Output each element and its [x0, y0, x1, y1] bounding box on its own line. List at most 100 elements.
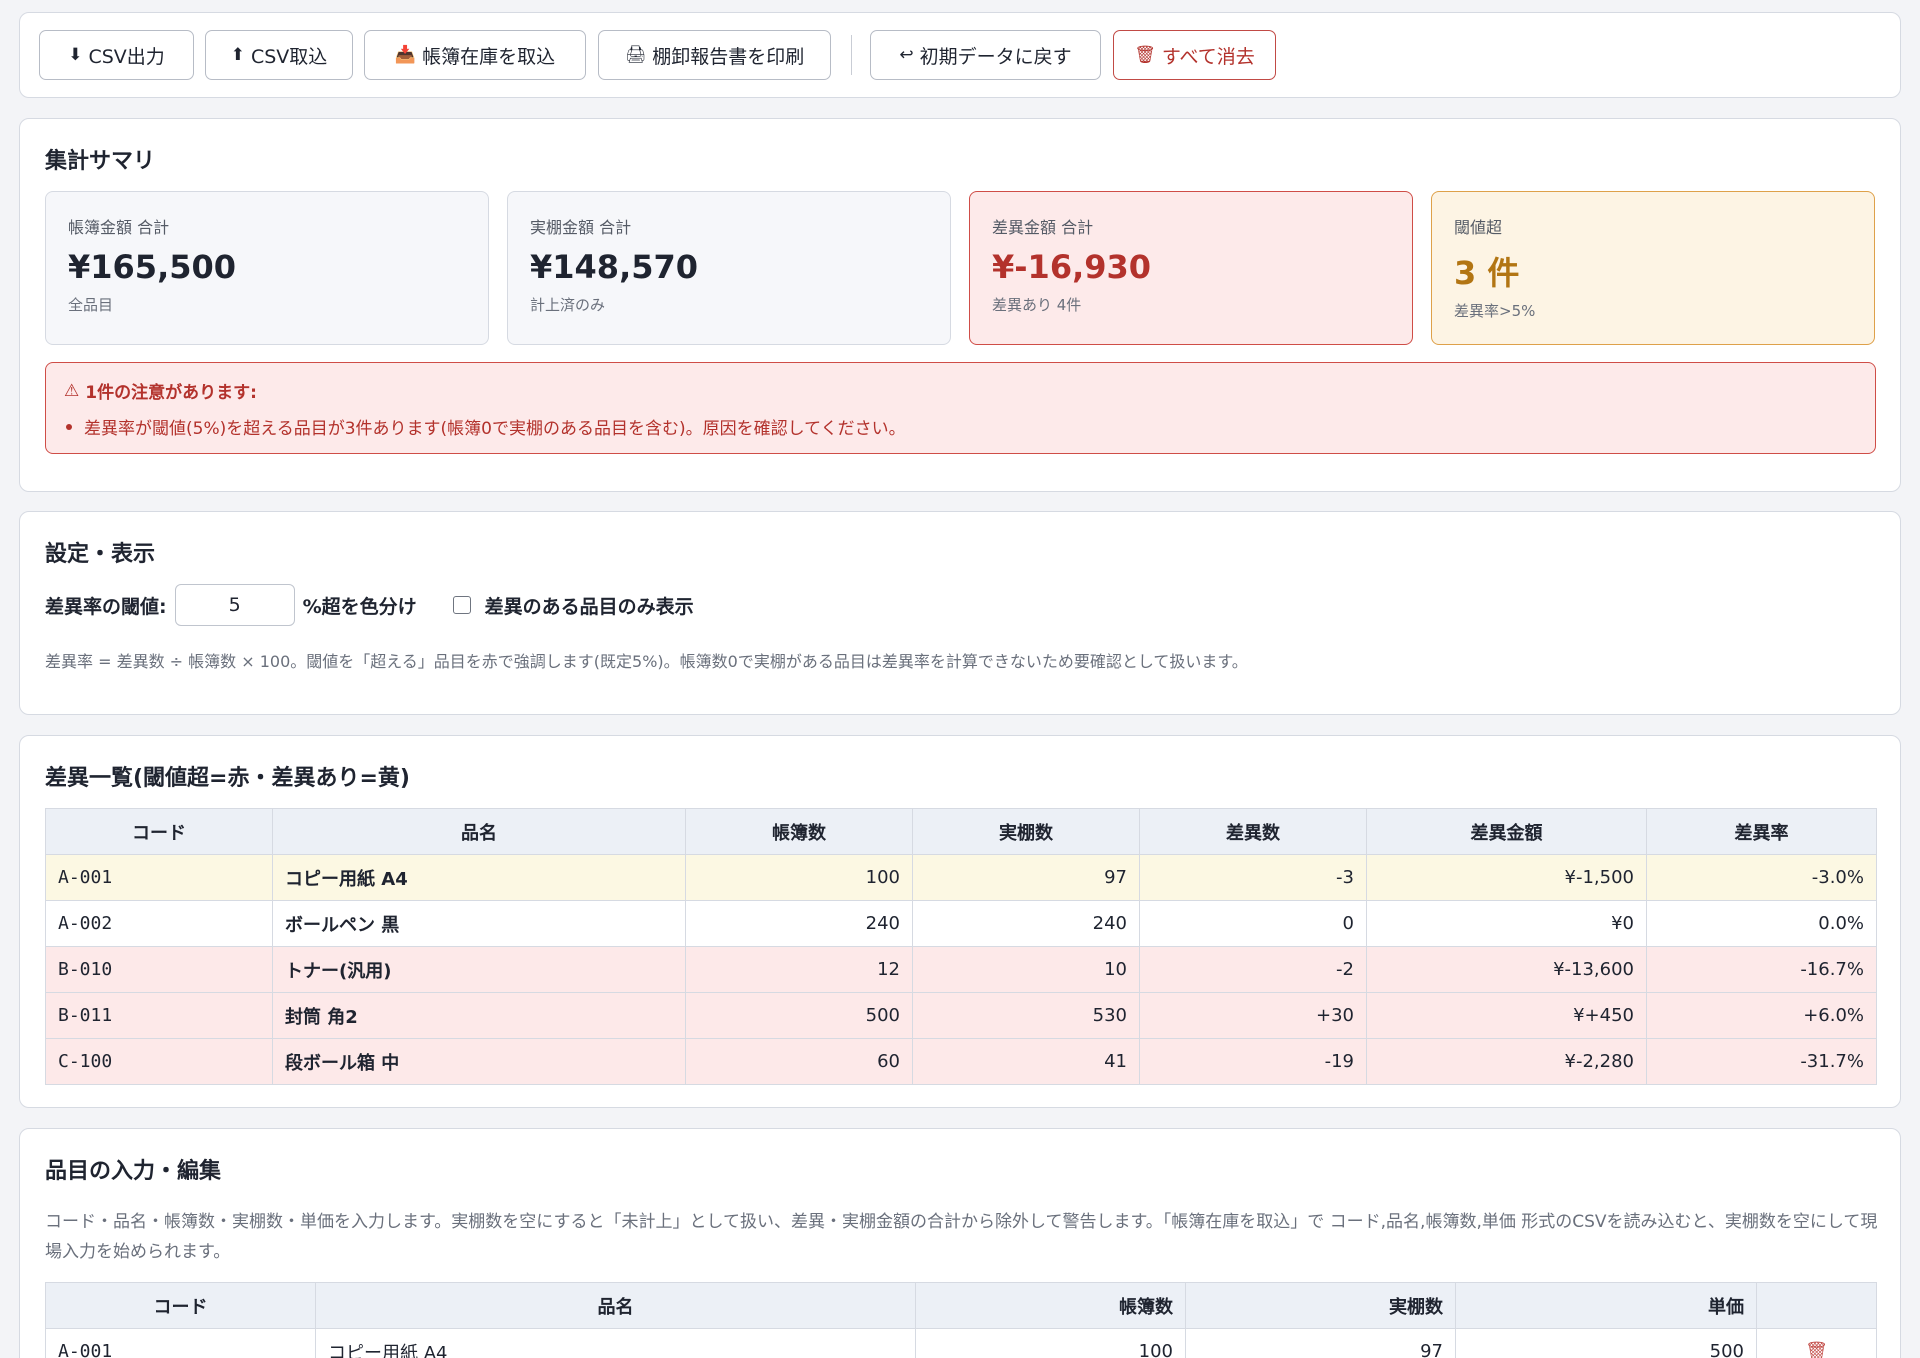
col-header-name: 品名: [315, 1282, 916, 1329]
return-arrow-icon: ↩: [899, 44, 914, 65]
cell-diff: -19: [1139, 1038, 1367, 1085]
edit-book-input[interactable]: 100: [915, 1328, 1186, 1358]
settings-panel: 設定・表示 差異率の閾値: %超を色分け 差異のある品目のみ表示 差異率 = 差…: [19, 511, 1901, 715]
cell-book: 100: [685, 854, 913, 901]
col-header-price: 単価: [1455, 1282, 1757, 1329]
edit-price-input[interactable]: 500: [1455, 1328, 1757, 1358]
cell-amount: ¥+450: [1366, 992, 1647, 1039]
reset-data-button[interactable]: ↩ 初期データに戻す: [870, 30, 1101, 80]
col-header-code[interactable]: コード: [45, 808, 273, 855]
card-label: 差異金額 合計: [992, 218, 1094, 237]
edit-panel: 品目の入力・編集 コード・品名・帳簿数・実棚数・単価を入力します。実棚数を空にす…: [19, 1128, 1901, 1358]
alert-item: 差異率が閾値(5%)を超える品目が3件あります(帳簿0で実棚のある品目を含む)。…: [66, 414, 906, 439]
table-row: A-001 コピー用紙 A4 100 97 500 🗑: [45, 1328, 1877, 1358]
trash-icon: 🗑: [1805, 1341, 1828, 1358]
edit-table: コード 品名 帳簿数 実棚数 単価 A-001 コピー用紙 A4 100 97 …: [45, 1282, 1877, 1358]
cell-actual: 10: [912, 946, 1140, 993]
cell-diff: -3: [1139, 854, 1367, 901]
cell-amount: ¥-13,600: [1366, 946, 1647, 993]
edit-name-input[interactable]: コピー用紙 A4: [315, 1328, 916, 1358]
clear-all-button[interactable]: 🗑 すべて消去: [1113, 30, 1276, 80]
edit-actual-input[interactable]: 97: [1185, 1328, 1456, 1358]
diff-total-card: 差異金額 合計 ¥-16,930 差異あり 4件: [969, 191, 1413, 345]
csv-export-button[interactable]: ⬇ CSV出力: [39, 30, 194, 80]
diff-panel: 差異一覧(閾値超=赤・差異あり=黄) コード 品名 帳簿数 実棚数 差異数 差異…: [19, 735, 1901, 1108]
bullet-icon: [66, 423, 72, 430]
cell-rate: -16.7%: [1646, 946, 1877, 993]
alert-heading-text: 1件の注意があります:: [85, 383, 257, 403]
threshold-over-card: 閾値超 3 件 差異率>5%: [1431, 191, 1875, 345]
card-value: ¥165,500: [68, 248, 237, 286]
col-header-book: 帳簿数: [915, 1282, 1186, 1329]
col-header-actual[interactable]: 実棚数: [912, 808, 1140, 855]
cell-name: 封筒 角2: [272, 992, 686, 1039]
print-report-button[interactable]: 🖨 棚卸報告書を印刷: [598, 30, 831, 80]
edit-code-input[interactable]: A-001: [45, 1328, 316, 1358]
threshold-suffix: %超を色分け: [302, 595, 417, 618]
cell-code: C-100: [45, 1038, 273, 1085]
book-total-card: 帳簿金額 合計 ¥165,500 全品目: [45, 191, 489, 345]
summary-panel: 集計サマリ 帳簿金額 合計 ¥165,500 全品目 実棚金額 合計 ¥148,…: [19, 118, 1901, 492]
cell-name: ボールペン 黒: [272, 900, 686, 947]
threshold-row: 差異率の閾値: %超を色分け 差異のある品目のみ表示: [45, 584, 694, 626]
only-diff-checkbox[interactable]: [452, 596, 471, 614]
card-label: 実棚金額 合計: [530, 218, 632, 237]
trash-icon: 🗑: [1134, 44, 1156, 65]
cell-actual: 530: [912, 992, 1140, 1039]
table-row: A-001 コピー用紙 A4 100 97 -3 ¥-1,500 -3.0%: [45, 854, 1877, 901]
cell-rate: -31.7%: [1646, 1038, 1877, 1085]
table-row: A-002 ボールペン 黒 240 240 0 ¥0 0.0%: [45, 900, 1877, 947]
cell-diff: +30: [1139, 992, 1367, 1039]
col-header-name[interactable]: 品名: [272, 808, 686, 855]
warning-icon: ⚠: [64, 380, 80, 401]
col-header-diff[interactable]: 差異数: [1139, 808, 1367, 855]
card-sub: 差異あり 4件: [992, 296, 1082, 314]
col-header-book[interactable]: 帳簿数: [685, 808, 913, 855]
csv-import-label: CSV取込: [250, 45, 328, 68]
card-value: 3 件: [1454, 254, 1520, 292]
alert-item-text: 差異率が閾値(5%)を超える品目が3件あります(帳簿0で実棚のある品目を含む)。…: [84, 419, 906, 439]
cell-rate: 0.0%: [1646, 900, 1877, 947]
settings-note: 差異率 = 差異数 ÷ 帳簿数 × 100。閾値を「超える」品目を赤で強調します…: [45, 652, 1248, 671]
col-header-rate[interactable]: 差異率: [1646, 808, 1877, 855]
settings-title: 設定・表示: [45, 542, 156, 567]
cell-diff: -2: [1139, 946, 1367, 993]
diff-table: コード 品名 帳簿数 実棚数 差異数 差異金額 差異率 A-001 コピー用紙 …: [45, 808, 1877, 1085]
col-header-amount[interactable]: 差異金額: [1366, 808, 1647, 855]
reset-data-label: 初期データに戻す: [919, 45, 1072, 68]
cell-name: 段ボール箱 中: [272, 1038, 686, 1085]
diff-table-header: コード 品名 帳簿数 実棚数 差異数 差異金額 差異率: [45, 808, 1877, 855]
card-sub: 全品目: [68, 296, 114, 314]
alert-heading: ⚠ 1件の注意があります:: [64, 378, 257, 404]
warning-alert: ⚠ 1件の注意があります: 差異率が閾値(5%)を超える品目が3件あります(帳簿…: [45, 362, 1876, 454]
card-label: 閾値超: [1454, 218, 1503, 237]
csv-export-label: CSV出力: [88, 45, 165, 68]
cell-name: トナー(汎用): [272, 946, 686, 993]
delete-row-button[interactable]: 🗑: [1756, 1328, 1877, 1358]
printer-icon: 🖨: [624, 44, 647, 65]
only-diff-label[interactable]: 差異のある品目のみ表示: [485, 592, 694, 619]
card-sub: 計上済のみ: [530, 296, 606, 314]
cell-actual: 41: [912, 1038, 1140, 1085]
ledger-import-label: 帳簿在庫を取込: [422, 45, 556, 68]
cell-amount: ¥-1,500: [1366, 854, 1647, 901]
edit-title: 品目の入力・編集: [45, 1159, 222, 1184]
cell-code: A-001: [45, 854, 273, 901]
ledger-import-button[interactable]: 📥 帳簿在庫を取込: [364, 30, 586, 80]
cell-code: A-002: [45, 900, 273, 947]
csv-import-button[interactable]: ⬆ CSV取込: [205, 30, 353, 80]
card-value: ¥148,570: [530, 248, 699, 286]
cell-code: B-011: [45, 992, 273, 1039]
cell-rate: -3.0%: [1646, 854, 1877, 901]
card-sub: 差異率>5%: [1454, 302, 1536, 320]
cell-rate: +6.0%: [1646, 992, 1877, 1039]
clear-all-label: すべて消去: [1161, 45, 1255, 68]
diff-title: 差異一覧(閾値超=赤・差異あり=黄): [45, 766, 410, 791]
cell-amount: ¥0: [1366, 900, 1647, 947]
threshold-input[interactable]: [174, 584, 295, 626]
table-row: B-010 トナー(汎用) 12 10 -2 ¥-13,600 -16.7%: [45, 946, 1877, 993]
threshold-label: 差異率の閾値:: [45, 595, 167, 618]
actual-total-card: 実棚金額 合計 ¥148,570 計上済のみ: [507, 191, 951, 345]
cell-code: B-010: [45, 946, 273, 993]
col-header-actual: 実棚数: [1185, 1282, 1456, 1329]
